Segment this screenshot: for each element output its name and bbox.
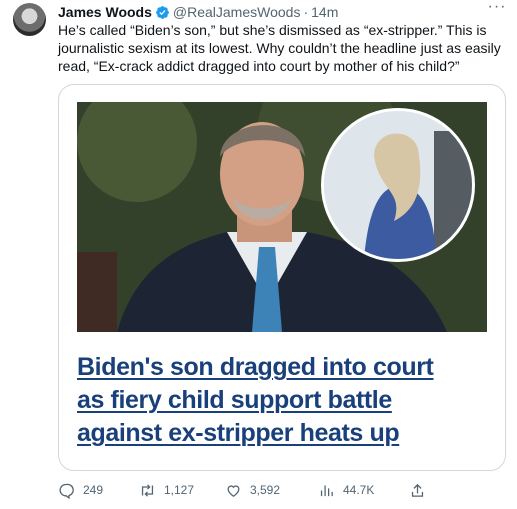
views-count: 44.7K (343, 483, 375, 497)
tweet-text: He’s called “Biden’s son,” but she’s dis… (58, 22, 501, 74)
like-button[interactable]: 3,592 (225, 479, 280, 501)
retweet-count: 1,127 (164, 483, 195, 497)
tweet-header: James Woods @RealJamesWoods · 14m (58, 2, 507, 22)
views-icon (320, 485, 333, 496)
retweet-button[interactable]: 1,127 (139, 479, 194, 501)
more-options-icon[interactable]: ··· (487, 0, 507, 18)
reply-button[interactable]: 249 (58, 479, 103, 501)
tweet[interactable]: James Woods @RealJamesWoods · 14m ··· He… (0, 0, 517, 509)
reply-count: 249 (83, 483, 104, 497)
author-name[interactable]: James Woods (58, 4, 152, 20)
avatar[interactable] (13, 3, 46, 36)
article-photo[interactable] (77, 102, 487, 332)
retweet-icon (141, 483, 154, 497)
share-button[interactable] (409, 479, 434, 501)
headline-line[interactable]: as fiery child support battle (77, 384, 487, 417)
reply-icon (59, 483, 74, 499)
verified-badge-icon (155, 5, 170, 20)
like-icon (227, 484, 240, 497)
views-button[interactable]: 44.7K (318, 479, 374, 501)
article-headline[interactable]: Biden's son dragged into court as fiery … (77, 351, 487, 450)
separator-dot: · (303, 4, 309, 20)
inset-photo (321, 108, 475, 262)
headline-line[interactable]: against ex-stripper heats up (77, 417, 487, 450)
tweet-actions: 249 1,127 3,592 44.7K (58, 479, 498, 501)
share-icon (411, 483, 424, 497)
like-count: 3,592 (250, 483, 281, 497)
timestamp[interactable]: 14m (311, 4, 338, 20)
headline-line[interactable]: Biden's son dragged into court (77, 351, 487, 384)
link-card[interactable]: Biden's son dragged into court as fiery … (58, 84, 506, 471)
author-handle[interactable]: @RealJamesWoods (173, 4, 301, 20)
